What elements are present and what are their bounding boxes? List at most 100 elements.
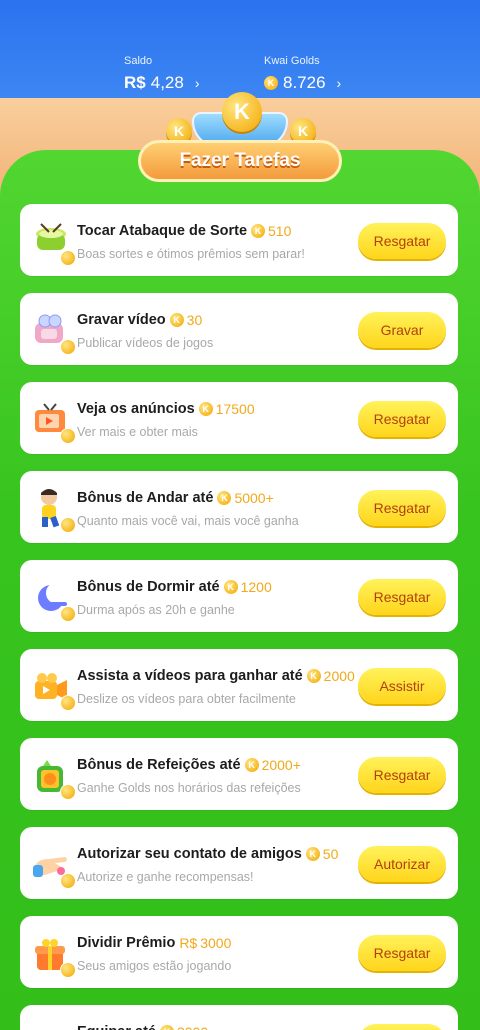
gold-coin-icon: K bbox=[217, 491, 232, 505]
golds-value: 8.726 bbox=[283, 73, 326, 92]
task-title: Assista a vídeos para ganhar até K 2000 bbox=[77, 668, 355, 684]
reward-value: 1200 bbox=[240, 579, 272, 595]
task-title: Gravar vídeo K 30 bbox=[77, 312, 202, 328]
task-subtitle: Deslize os vídeos para obter facilmente bbox=[77, 692, 296, 706]
gold-coin-icon: K bbox=[305, 847, 320, 861]
task-title: Bônus de Dormir até K 1200 bbox=[77, 579, 272, 595]
hand-icon bbox=[28, 843, 76, 889]
moon-icon bbox=[28, 576, 76, 622]
tasks-banner: K K K Fazer Tarefas bbox=[118, 92, 362, 188]
task-title-text: Autorizar seu contato de amigos bbox=[77, 846, 302, 862]
tv-icon bbox=[28, 398, 76, 444]
k-coin-icon: K bbox=[222, 92, 262, 132]
task-action-button[interactable]: Resgatar bbox=[358, 757, 446, 793]
golds-stat[interactable]: Kwai Golds K 8.726 › bbox=[264, 55, 341, 93]
video-camera-icon bbox=[28, 665, 76, 711]
gold-coin-icon: K bbox=[251, 224, 266, 238]
chevron-right-icon: › bbox=[194, 75, 200, 91]
task-reward: K 50 bbox=[305, 846, 339, 862]
task-action-button[interactable]: Resgatar bbox=[358, 490, 446, 526]
chevron-right-icon: › bbox=[336, 75, 342, 91]
task-card: Equipar atéK3000 bbox=[20, 1005, 458, 1030]
task-title-text: Veja os anúncios bbox=[77, 401, 195, 417]
reward-value: 2000+ bbox=[261, 757, 301, 773]
walker-icon bbox=[28, 487, 76, 533]
task-subtitle: Boas sortes e ótimos prêmios sem parar! bbox=[77, 247, 305, 261]
task-title-text: Bônus de Dormir até bbox=[77, 579, 220, 595]
reward-value: 5000+ bbox=[234, 490, 274, 506]
meal-box-icon bbox=[28, 754, 76, 800]
task-title-text: Tocar Atabaque de Sorte bbox=[77, 223, 248, 239]
gold-coin-icon: K bbox=[306, 669, 321, 683]
equip-icon bbox=[28, 1021, 74, 1030]
reward-value: 3000 bbox=[177, 1024, 208, 1030]
task-title-text: Dividir Prêmio bbox=[77, 935, 176, 951]
task-action-button[interactable]: Resgatar bbox=[358, 401, 446, 437]
reward-value: 510 bbox=[268, 223, 292, 239]
gift-icon bbox=[28, 932, 76, 978]
reward-value: 30 bbox=[186, 312, 203, 328]
task-subtitle: Durma após as 20h e ganhe bbox=[77, 603, 235, 617]
gold-coin-icon: K bbox=[264, 76, 278, 90]
task-title: Equipar atéK3000 bbox=[77, 1024, 208, 1030]
task-title: Dividir Prêmio R$ 3000 bbox=[77, 935, 231, 951]
task-title: Bônus de Refeições até K 2000+ bbox=[77, 757, 301, 773]
task-subtitle: Publicar vídeos de jogos bbox=[77, 336, 214, 350]
task-action-button[interactable]: Assistir bbox=[358, 668, 446, 704]
task-card: Bônus de Refeições até K 2000+ Ganhe Golds … bbox=[20, 738, 458, 810]
reward-value: 3000 bbox=[200, 935, 232, 951]
task-reward: K 510 bbox=[251, 223, 291, 239]
reward-value: 50 bbox=[322, 846, 339, 862]
task-card: Dividir Prêmio R$ 3000 Seus amigos estão jo… bbox=[20, 916, 458, 988]
task-card: Tocar Atabaque de Sorte K 510 Boas sortes e… bbox=[20, 204, 458, 276]
saldo-label: Saldo bbox=[124, 55, 153, 67]
gold-coin-icon: K bbox=[223, 580, 238, 594]
task-reward: K3000 bbox=[159, 1024, 208, 1030]
task-card: Bônus de Andar até K 5000+ Quanto mais você… bbox=[20, 471, 458, 543]
saldo-stat[interactable]: Saldo R$ 4,28 › bbox=[124, 55, 200, 93]
task-action-button[interactable]: Resgatar bbox=[358, 223, 446, 259]
task-title-text: Bônus de Refeições até bbox=[77, 757, 241, 773]
task-title-text: Bônus de Andar até bbox=[77, 490, 214, 506]
task-subtitle: Seus amigos estão jogando bbox=[77, 959, 232, 973]
drum-icon bbox=[28, 220, 76, 266]
task-action-button[interactable]: Gravar bbox=[358, 312, 446, 348]
top-header: Saldo R$ 4,28 › Kwai Golds K 8.726 › bbox=[0, 0, 480, 100]
task-reward: K 30 bbox=[169, 312, 203, 328]
task-card: Autorizar seu contato de amigos K 50 Autori… bbox=[20, 827, 458, 899]
task-title: Veja os anúncios K 17500 bbox=[77, 401, 255, 417]
gold-coin-icon: K bbox=[159, 1025, 174, 1030]
task-subtitle: Quanto mais você vai, mais você ganha bbox=[77, 514, 299, 528]
task-card: Veja os anúncios K 17500 Ver mais e obter m… bbox=[20, 382, 458, 454]
task-title-text: Equipar até bbox=[77, 1024, 156, 1030]
reward-currency: R$ bbox=[179, 935, 198, 951]
task-action-button[interactable] bbox=[358, 1024, 446, 1030]
task-reward: K 5000+ bbox=[217, 490, 274, 506]
reward-value: 17500 bbox=[215, 401, 255, 417]
task-title: Autorizar seu contato de amigos K 50 bbox=[77, 846, 338, 862]
task-reward: K 2000+ bbox=[244, 757, 301, 773]
task-reward: K 2000 bbox=[306, 668, 355, 684]
saldo-value: 4,28 bbox=[150, 73, 184, 92]
task-reward: K 17500 bbox=[198, 401, 255, 417]
gold-coin-icon: K bbox=[169, 313, 184, 327]
gold-coin-icon: K bbox=[244, 758, 259, 772]
task-title-text: Gravar vídeo bbox=[77, 312, 166, 328]
golds-label: Kwai Golds bbox=[264, 55, 320, 67]
task-subtitle: Ver mais e obter mais bbox=[77, 425, 198, 439]
task-card: Bônus de Dormir até K 1200 Durma após as 20… bbox=[20, 560, 458, 632]
task-action-button[interactable]: Autorizar bbox=[358, 846, 446, 882]
task-action-button[interactable]: Resgatar bbox=[358, 935, 446, 971]
banner-title: Fazer Tarefas bbox=[138, 140, 342, 182]
task-title: Bônus de Andar até K 5000+ bbox=[77, 490, 274, 506]
task-reward: R$ 3000 bbox=[179, 935, 231, 951]
task-action-button[interactable]: Resgatar bbox=[358, 579, 446, 615]
task-subtitle: Ganhe Golds nos horários das refeições bbox=[77, 781, 301, 795]
saldo-currency: R$ bbox=[124, 73, 146, 92]
reward-value: 2000 bbox=[323, 668, 355, 684]
task-title: Tocar Atabaque de Sorte K 510 bbox=[77, 223, 291, 239]
task-reward: K 1200 bbox=[223, 579, 272, 595]
camera-icon bbox=[28, 309, 76, 355]
gold-coin-icon: K bbox=[198, 402, 213, 416]
task-card: Assista a vídeos para ganhar até K 2000 Des… bbox=[20, 649, 458, 721]
